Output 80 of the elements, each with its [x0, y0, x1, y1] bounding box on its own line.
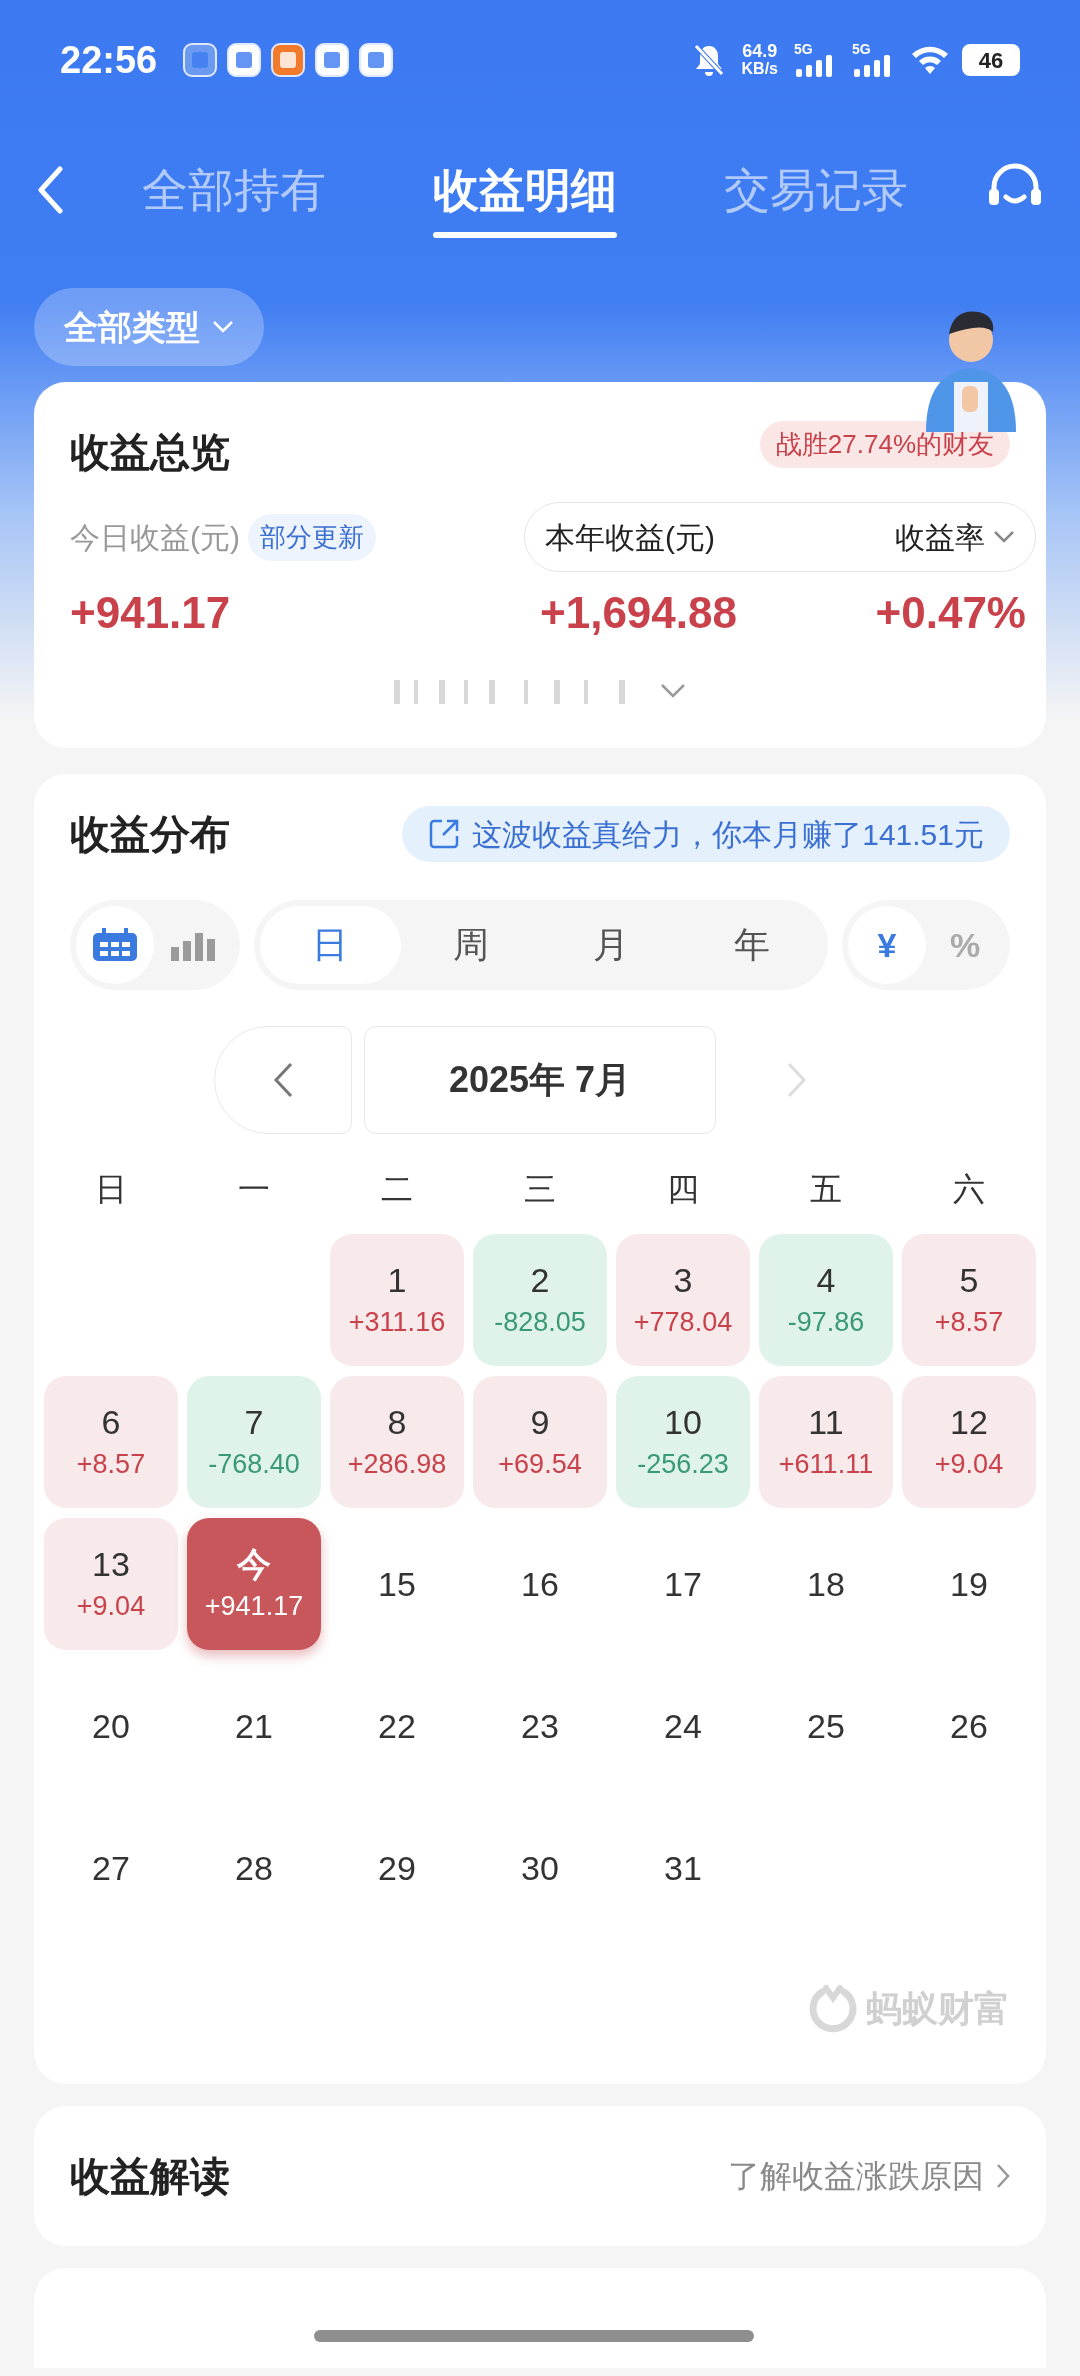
rank-badge: 战胜27.74%的财友	[759, 420, 1010, 468]
calendar-day[interactable]: 21	[187, 1660, 321, 1792]
chevron-right-icon	[996, 2163, 1010, 2189]
weekday-label: 六	[952, 1170, 986, 1209]
calendar-icon	[92, 928, 138, 962]
calendar-day[interactable]: 20	[44, 1660, 178, 1792]
calendar-day[interactable]: 12 +9.04	[902, 1376, 1036, 1508]
calendar-day[interactable]: 5 +8.57	[902, 1234, 1036, 1366]
calendar-day[interactable]: 27	[44, 1802, 178, 1934]
stat-label: 今日收益(元)	[70, 519, 240, 556]
tab[interactable]: 收益明细	[433, 140, 617, 240]
return-rate: +0.47%	[875, 587, 1026, 639]
app-icon	[183, 43, 218, 77]
calendar-day[interactable]: 29	[330, 1802, 464, 1934]
chevron-right-icon	[786, 1062, 808, 1098]
calendar-day[interactable]: 10 -256.23	[616, 1376, 750, 1508]
calendar-day[interactable]: 30	[473, 1802, 607, 1934]
calendar-day[interactable]: 25	[759, 1660, 893, 1792]
unit-toggle[interactable]: ¥	[848, 906, 926, 984]
card-title: 收益分布	[70, 811, 230, 858]
app-icon	[359, 43, 394, 77]
signal-icon	[794, 55, 834, 77]
speed-unit: KB/s	[741, 60, 778, 78]
period-tab[interactable]: 月	[541, 906, 682, 984]
signal-icon	[852, 55, 892, 77]
app-icon	[271, 43, 306, 77]
weekday-label: 一	[237, 1170, 271, 1209]
period-tab[interactable]: 周	[400, 906, 541, 984]
year-earnings: +1,694.88	[540, 587, 737, 639]
weekday-label: 四	[666, 1170, 700, 1209]
calendar-day[interactable]: 16	[473, 1518, 607, 1650]
calendar-day[interactable]: 28	[187, 1802, 321, 1934]
wifi-icon	[910, 44, 950, 76]
battery-level: 46	[962, 44, 1020, 76]
calendar-day[interactable]: 今 +941.17	[187, 1518, 321, 1650]
chevron-down-icon	[212, 320, 234, 334]
calendar-day[interactable]: 15	[330, 1518, 464, 1650]
calendar-view-button[interactable]	[76, 906, 154, 984]
calendar-day[interactable]: 8 +286.98	[330, 1376, 464, 1508]
network-type: 5G	[852, 40, 871, 59]
chevron-down-icon[interactable]	[660, 683, 686, 699]
calendar-day[interactable]: 7 -768.40	[187, 1376, 321, 1508]
today-earnings: +941.17	[70, 587, 232, 639]
weekday-label: 二	[380, 1170, 414, 1209]
period-tab[interactable]: 年	[681, 906, 822, 984]
period-tab[interactable]: 日	[260, 906, 401, 984]
earnings-banner[interactable]: 这波收益真给力，你本月赚了141.51元	[402, 806, 1010, 862]
calendar-day[interactable]: 9 +69.54	[473, 1376, 607, 1508]
card-title: 收益解读	[70, 2153, 230, 2200]
calendar-day[interactable]: 23	[473, 1660, 607, 1792]
calendar-day[interactable]: 3 +778.04	[616, 1234, 750, 1366]
calendar-day[interactable]: 22	[330, 1660, 464, 1792]
month-label: 2025年 7月	[364, 1026, 716, 1134]
network-type: 5G	[794, 40, 813, 59]
calendar-day[interactable]: 18	[759, 1518, 893, 1650]
calendar-day[interactable]: 13 +9.04	[44, 1518, 178, 1650]
calendar-day[interactable]: 2 -828.05	[473, 1234, 607, 1366]
calendar-day[interactable]: 26	[902, 1660, 1036, 1792]
network-speed: 64.9	[742, 42, 778, 60]
card-title: 收益总览	[70, 429, 230, 476]
chevron-down-icon	[993, 530, 1015, 544]
calendar-day[interactable]: 1 +311.16	[330, 1234, 464, 1366]
calendar-day[interactable]: 17	[616, 1518, 750, 1650]
chevron-left-icon	[272, 1062, 294, 1098]
calendar-day[interactable]: 19	[902, 1518, 1036, 1650]
back-icon[interactable]	[36, 166, 64, 214]
update-tag: 部分更新	[248, 513, 376, 561]
clock: 22:56	[60, 37, 158, 83]
weekday-label: 五	[809, 1170, 843, 1209]
brand-logo-icon	[808, 1984, 858, 2034]
calendar-day[interactable]: 4 -97.86	[759, 1234, 893, 1366]
weekday-label: 日	[94, 1170, 128, 1209]
app-icon	[315, 43, 350, 77]
calendar-day[interactable]: 6 +8.57	[44, 1376, 178, 1508]
share-icon	[428, 818, 461, 850]
app-icon	[227, 43, 262, 77]
calendar-day[interactable]: 31	[616, 1802, 750, 1934]
weekday-label: 三	[523, 1170, 557, 1209]
calendar-day[interactable]: 24	[616, 1660, 750, 1792]
calendar-day[interactable]: 11 +611.11	[759, 1376, 893, 1508]
